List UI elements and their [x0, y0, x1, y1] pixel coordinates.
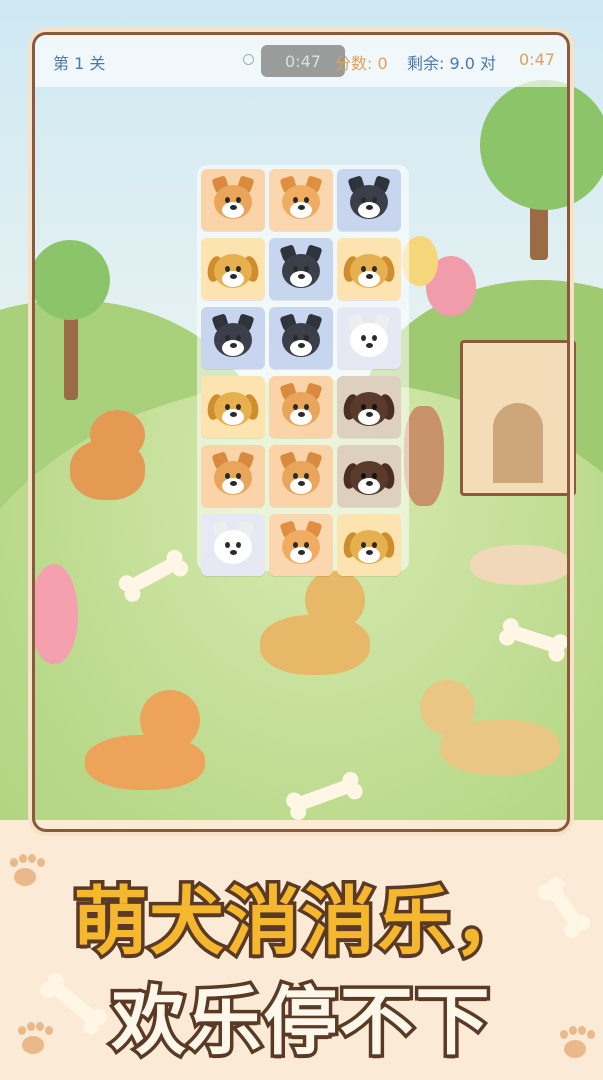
tile-samoyed[interactable]	[337, 307, 401, 369]
tile-samoyed[interactable]	[201, 514, 265, 576]
husky-dog-icon	[208, 313, 258, 361]
headline-line-2: 欢乐停不下	[108, 976, 493, 1069]
golden-retriever-icon	[341, 246, 397, 292]
tile-labrador[interactable]	[337, 376, 401, 438]
husky-dog-icon	[344, 175, 394, 223]
tile-golden[interactable]	[201, 376, 265, 438]
remaining-pairs-label: 剩余: 9.0 对	[407, 54, 497, 73]
timer-pill-text: 0:47	[285, 51, 321, 71]
tile-golden[interactable]	[337, 238, 401, 300]
golden-retriever-icon	[341, 522, 397, 568]
tile-husky[interactable]	[201, 307, 265, 369]
golden-retriever-icon	[205, 384, 261, 430]
tile-board	[197, 165, 409, 576]
husky-dog-icon	[276, 313, 326, 361]
hud-bar: 第 1 关 0:47 分数: 0 剩余: 9.0 对 0:47	[35, 35, 567, 87]
corgi-dog-icon	[276, 175, 326, 223]
tile-labrador[interactable]	[337, 445, 401, 507]
clock-icon	[243, 54, 254, 65]
shiba-dog-icon	[208, 451, 258, 499]
game-frame: 第 1 关 0:47 分数: 0 剩余: 9.0 对 0:47	[32, 32, 570, 832]
shiba-dog-icon	[208, 175, 258, 223]
tile-husky[interactable]	[269, 307, 333, 369]
husky-dog-icon	[276, 244, 326, 292]
tile-shiba[interactable]	[269, 376, 333, 438]
shiba-dog-icon	[276, 382, 326, 430]
score-label: 分数: 0	[335, 54, 388, 73]
labrador-dog-icon	[341, 384, 397, 430]
tile-golden[interactable]	[337, 514, 401, 576]
samoyed-dog-icon	[208, 520, 258, 568]
golden-retriever-icon	[205, 246, 261, 292]
tile-corgi[interactable]	[269, 169, 333, 231]
tile-husky[interactable]	[269, 238, 333, 300]
headline-line-1: 萌犬消消乐，	[70, 876, 531, 969]
timer-pill: 0:47	[261, 45, 345, 77]
samoyed-dog-icon	[344, 313, 394, 361]
labrador-dog-icon	[341, 453, 397, 499]
corgi-dog-icon	[276, 520, 326, 568]
tile-shiba[interactable]	[201, 445, 265, 507]
shiba-dog-icon	[276, 451, 326, 499]
tile-husky[interactable]	[337, 169, 401, 231]
tile-shiba[interactable]	[269, 445, 333, 507]
tile-shiba[interactable]	[201, 169, 265, 231]
level-label: 第 1 关	[53, 54, 106, 73]
countdown-timer: 0:47	[519, 50, 555, 69]
tile-golden[interactable]	[201, 238, 265, 300]
tile-corgi[interactable]	[269, 514, 333, 576]
